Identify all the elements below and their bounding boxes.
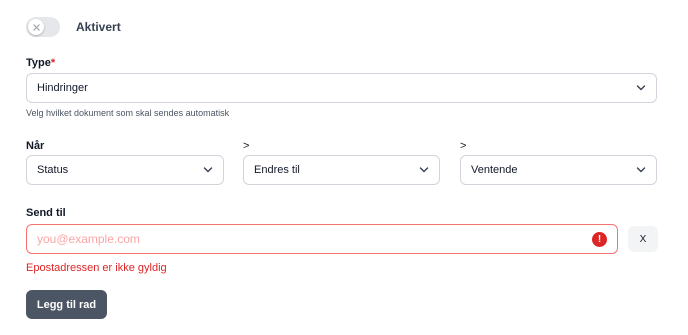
- close-icon: [32, 23, 40, 31]
- chevron-down-icon: [636, 85, 646, 91]
- active-toggle[interactable]: [26, 17, 60, 37]
- type-label: Type*: [26, 57, 56, 69]
- type-hint: Velg hvilket dokument som skal sendes au…: [26, 108, 230, 118]
- target-select-value: Ventende: [471, 164, 518, 176]
- separator-1: >: [243, 140, 250, 152]
- chevron-down-icon: [203, 167, 213, 173]
- field-select-value: Status: [37, 164, 69, 176]
- chevron-down-icon: [636, 167, 646, 173]
- email-field[interactable]: [37, 232, 557, 246]
- chevron-down-icon: [419, 167, 429, 173]
- field-select[interactable]: Status: [26, 155, 224, 185]
- toggle-label: Aktivert: [76, 20, 121, 34]
- operator-select-value: Endres til: [254, 164, 300, 176]
- when-label: Når: [26, 140, 45, 152]
- required-mark: *: [50, 57, 56, 69]
- operator-select[interactable]: Endres til: [243, 155, 440, 185]
- send-to-label: Send til: [26, 207, 66, 219]
- toggle-knob: [28, 19, 44, 35]
- separator-2: >: [460, 140, 467, 152]
- type-select[interactable]: Hindringer: [26, 73, 657, 103]
- email-field-container: !: [26, 224, 618, 254]
- target-select[interactable]: Ventende: [460, 155, 657, 185]
- type-select-value: Hindringer: [37, 82, 88, 94]
- error-icon: !: [592, 232, 607, 247]
- add-row-button[interactable]: Legg til rad: [26, 290, 107, 319]
- email-error-message: Epostadressen er ikke gyldig: [26, 262, 167, 274]
- remove-recipient-button[interactable]: X: [628, 226, 658, 252]
